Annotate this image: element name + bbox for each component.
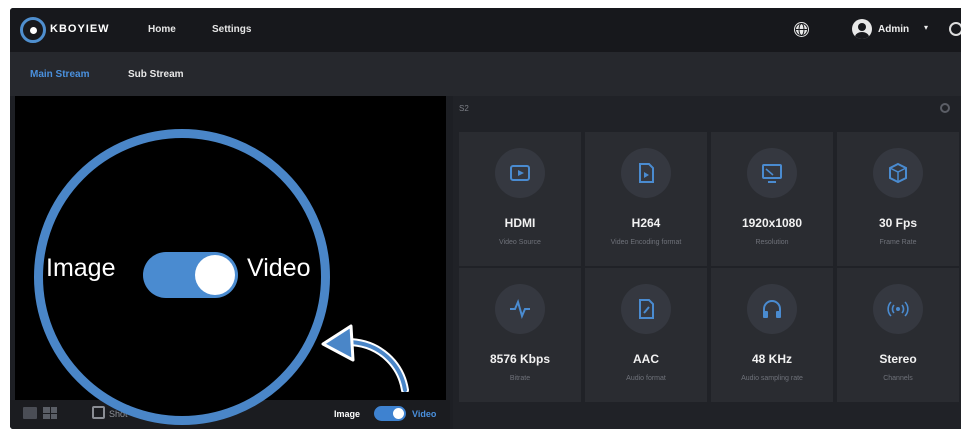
info-card-audio-format: AAC Audio format — [585, 268, 707, 402]
power-icon[interactable] — [949, 22, 961, 36]
info-card-frame-rate: 30 Fps Frame Rate — [837, 132, 959, 266]
chevron-down-icon[interactable]: ▾ — [924, 23, 928, 32]
info-value: HDMI — [504, 216, 536, 230]
tab-main-stream[interactable]: Main Stream — [30, 69, 89, 80]
user-name[interactable]: Admin — [878, 24, 909, 35]
nav-home[interactable]: Home — [148, 24, 176, 35]
info-label: Audio sampling rate — [741, 375, 803, 382]
channels-icon — [873, 284, 923, 334]
stream-info-panel: S2 HDMI Video Source H264 Video Encoding… — [453, 96, 961, 429]
info-label: Resolution — [755, 239, 789, 246]
headphones-icon — [747, 284, 797, 334]
nav-settings[interactable]: Settings — [212, 24, 251, 35]
info-card-channels: Stereo Channels — [837, 268, 959, 402]
info-card-video-source: HDMI Video Source — [459, 132, 581, 266]
info-value: AAC — [633, 352, 659, 366]
single-layout-icon[interactable] — [23, 407, 37, 419]
callout-video-label: Video — [247, 254, 311, 282]
gear-icon[interactable] — [940, 103, 950, 113]
frame-rate-icon — [873, 148, 923, 198]
image-video-toggle[interactable] — [374, 406, 406, 421]
info-label: Audio format — [626, 375, 666, 382]
callout-arrow-icon — [321, 324, 409, 392]
top-bar: KBOYIEW Home Settings Admin ▾ — [10, 8, 961, 52]
info-card-encoding: H264 Video Encoding format — [585, 132, 707, 266]
info-card-bitrate: 8576 Kbps Bitrate — [459, 268, 581, 402]
encoding-format-icon — [621, 148, 671, 198]
info-label: Video Source — [499, 239, 541, 246]
snapshot-icon[interactable] — [92, 406, 105, 419]
stream-tabs: Main Stream Sub Stream — [10, 52, 961, 96]
user-avatar-icon[interactable] — [852, 19, 872, 39]
callout-toggle — [143, 252, 238, 298]
info-card-sampling-rate: 48 KHz Audio sampling rate — [711, 268, 833, 402]
tab-sub-stream[interactable]: Sub Stream — [128, 69, 184, 80]
info-value: H264 — [631, 216, 661, 230]
info-label: Video Encoding format — [610, 239, 682, 246]
info-value: 48 KHz — [751, 352, 792, 366]
brand-name: KBOYIEW — [50, 23, 110, 35]
logo-icon — [20, 17, 46, 43]
callout-image-label: Image — [46, 254, 116, 282]
video-mode-label: Video — [412, 409, 437, 419]
info-card-resolution: 1920x1080 Resolution — [711, 132, 833, 266]
info-value: 8576 Kbps — [489, 352, 551, 366]
info-label: Channels — [883, 375, 913, 382]
info-value: 1920x1080 — [741, 216, 803, 230]
video-source-icon — [495, 148, 545, 198]
image-mode-label: Image — [334, 409, 361, 419]
info-label: Bitrate — [509, 375, 531, 382]
audio-file-icon — [621, 284, 671, 334]
bitrate-icon — [495, 284, 545, 334]
info-label: Frame Rate — [879, 239, 917, 246]
monitor-icon — [747, 148, 797, 198]
panel-title: S2 — [459, 104, 469, 113]
globe-icon[interactable] — [794, 22, 809, 37]
info-value: 30 Fps — [878, 216, 917, 230]
grid-layout-icon[interactable] — [43, 407, 57, 419]
info-value: Stereo — [879, 352, 917, 366]
